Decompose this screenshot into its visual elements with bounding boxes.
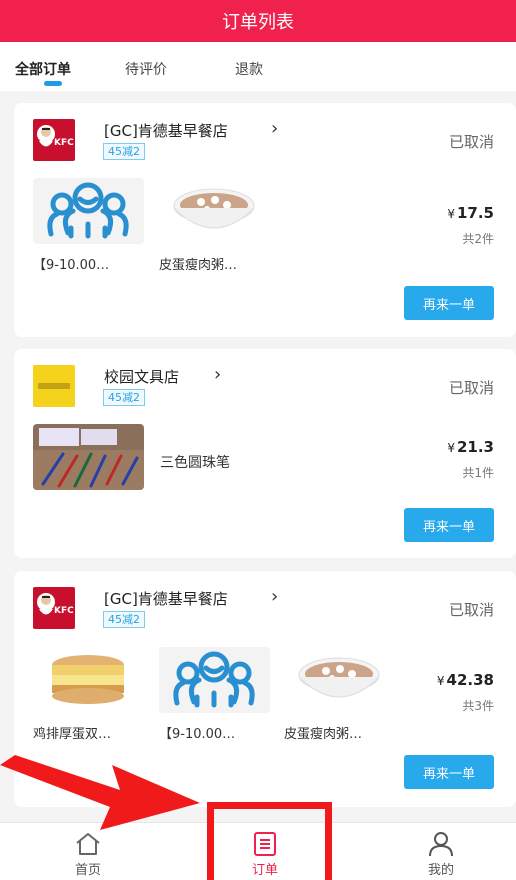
reorder-button[interactable]: 再来一单 xyxy=(404,286,494,320)
store-name[interactable]: [GC]肯德基早餐店 xyxy=(104,120,228,141)
annotation-arrow xyxy=(0,755,200,830)
item-count: 共2件 xyxy=(462,232,494,246)
home-icon xyxy=(76,833,100,855)
order-total: ¥42.38 xyxy=(436,671,494,689)
annotation-highlight-box xyxy=(207,802,332,880)
svg-text:KFC: KFC xyxy=(54,138,74,148)
reorder-button[interactable]: 再来一单 xyxy=(404,508,494,542)
placeholder-people-icon[interactable] xyxy=(33,178,144,244)
order-card[interactable]: 校园文具店 › 45减2 已取消 三色圆珠笔 ¥21.3 共1件 再来一单 xyxy=(14,349,516,558)
nav-label: 我的 xyxy=(427,863,454,878)
product-label: 皮蛋瘦肉粥… xyxy=(284,727,363,742)
item-count: 共1件 xyxy=(462,466,494,480)
order-total: ¥17.5 xyxy=(447,204,494,222)
product-label: 皮蛋瘦肉粥… xyxy=(159,258,238,273)
order-tabs: 全部订单 待评价 退款 xyxy=(0,42,516,91)
promo-badge: 45减2 xyxy=(103,143,145,160)
congee-bowl[interactable] xyxy=(284,647,395,713)
chevron-right-icon[interactable]: › xyxy=(271,586,278,607)
ballpoint-pens[interactable] xyxy=(33,424,144,490)
kfc-logo: KFC xyxy=(33,587,75,629)
tab-all-orders[interactable]: 全部订单 xyxy=(15,59,71,79)
product-label: 三色圆珠笔 xyxy=(160,455,230,471)
order-status: 已取消 xyxy=(448,133,494,151)
svg-text:KFC: KFC xyxy=(54,606,74,616)
chicken-egg-sandwich[interactable] xyxy=(33,647,143,713)
promo-badge: 45减2 xyxy=(103,389,145,406)
nav-item-profile[interactable]: 我的 xyxy=(381,823,501,880)
tab-refunds[interactable]: 退款 xyxy=(235,59,263,79)
product-label: 【9-10.00… xyxy=(33,258,110,273)
order-status: 已取消 xyxy=(448,379,494,397)
page-title: 订单列表 xyxy=(222,12,294,33)
tab-pending-review[interactable]: 待评价 xyxy=(125,59,167,79)
order-card[interactable]: KFC [GC]肯德基早餐店 › 45减2 已取消 【9-10.00… 皮蛋瘦肉… xyxy=(14,103,516,337)
product-label: 【9-10.00… xyxy=(159,727,236,742)
stationery-store-logo xyxy=(33,365,75,407)
store-name[interactable]: 校园文具店 xyxy=(104,366,179,387)
chevron-right-icon[interactable]: › xyxy=(214,364,221,385)
congee-bowl[interactable] xyxy=(159,178,270,244)
item-count: 共3件 xyxy=(462,699,494,713)
active-tab-indicator xyxy=(44,81,62,86)
chevron-right-icon[interactable]: › xyxy=(271,118,278,139)
placeholder-people-icon[interactable] xyxy=(159,647,270,713)
reorder-button[interactable]: 再来一单 xyxy=(404,755,494,789)
promo-badge: 45减2 xyxy=(103,611,145,628)
nav-label: 首页 xyxy=(74,863,101,878)
kfc-logo: KFC xyxy=(33,119,75,161)
order-total: ¥21.3 xyxy=(447,438,494,456)
page-header: 订单列表 xyxy=(0,0,516,42)
nav-item-home[interactable]: 首页 xyxy=(28,823,148,880)
user-icon xyxy=(429,832,453,857)
store-name[interactable]: [GC]肯德基早餐店 xyxy=(104,588,228,609)
order-status: 已取消 xyxy=(448,601,494,619)
product-label: 鸡排厚蛋双… xyxy=(33,727,112,742)
